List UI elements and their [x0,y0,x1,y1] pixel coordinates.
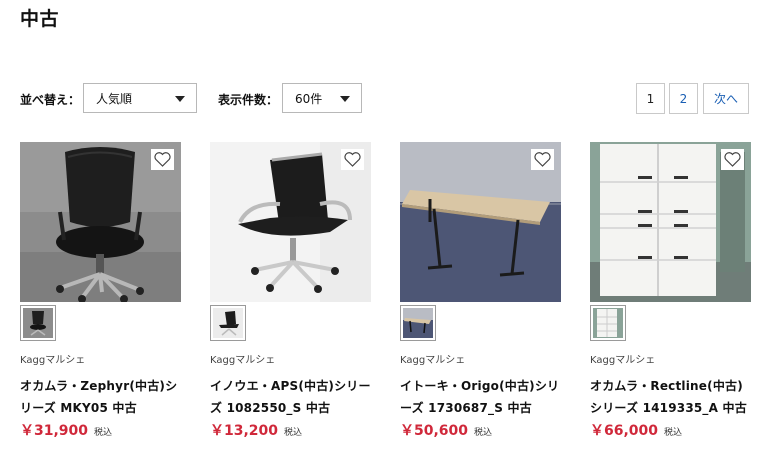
tax-label: 税込 [664,428,683,438]
page-title: 中古 [20,8,60,30]
tax-label: 税込 [474,428,493,438]
count-select[interactable]: 60件 [282,83,362,113]
product-card[interactable]: Kaggマルシェ オカムラ・Zephyr(中古)シリーズ MKY05 中古 ￥3… [20,142,181,440]
product-thumbnail[interactable] [400,305,436,341]
heart-outline-icon [344,152,361,167]
product-image[interactable] [210,142,371,302]
favorite-button[interactable] [341,149,364,170]
product-name[interactable]: オカムラ・Rectline(中古)シリーズ 1419335_A 中古 [590,375,751,419]
product-price: ￥13,200 [210,423,279,439]
product-price: ￥31,900 [20,423,89,439]
locker-icon [593,308,623,338]
sort-select[interactable]: 人気順 [83,83,197,113]
office-chair-icon [213,308,243,338]
count-select-value: 60件 [295,91,323,106]
mesh-chair-icon [23,308,53,338]
product-image[interactable] [590,142,751,302]
product-card[interactable]: Kaggマルシェ イトーキ・Origo(中古)シリーズ 1730687_S 中古… [400,142,561,440]
heart-outline-icon [154,152,171,167]
page-1-button[interactable]: 1 [636,83,665,114]
next-page-button[interactable]: 次へ [703,83,749,114]
sort-label: 並べ替え： [20,93,81,107]
favorite-button[interactable] [721,149,744,170]
product-name[interactable]: イノウエ・APS(中古)シリーズ 1082550_S 中古 [210,375,371,419]
favorite-button[interactable] [151,149,174,170]
product-thumbnail[interactable] [590,305,626,341]
product-thumbnail[interactable] [210,305,246,341]
product-price: ￥50,600 [400,423,469,439]
heart-outline-icon [724,152,741,167]
sort-select-value: 人気順 [96,91,133,106]
caret-down-icon [175,96,185,102]
page-2-button[interactable]: 2 [669,83,698,114]
count-label: 表示件数： [218,93,279,107]
tax-label: 税込 [94,428,113,438]
shop-name: Kaggマルシェ [20,355,86,366]
heart-outline-icon [534,152,551,167]
favorite-button[interactable] [531,149,554,170]
shop-name: Kaggマルシェ [400,355,466,366]
caret-down-icon [340,96,350,102]
shop-name: Kaggマルシェ [210,355,276,366]
product-image[interactable] [400,142,561,302]
product-price: ￥66,000 [590,423,659,439]
desk-icon [403,308,433,338]
shop-name: Kaggマルシェ [590,355,656,366]
tax-label: 税込 [284,428,303,438]
product-thumbnail[interactable] [20,305,56,341]
product-name[interactable]: オカムラ・Zephyr(中古)シリーズ MKY05 中古 [20,375,181,419]
product-card[interactable]: Kaggマルシェ オカムラ・Rectline(中古)シリーズ 1419335_A… [590,142,751,440]
product-card[interactable]: Kaggマルシェ イノウエ・APS(中古)シリーズ 1082550_S 中古 ￥… [210,142,371,440]
product-image[interactable] [20,142,181,302]
product-name[interactable]: イトーキ・Origo(中古)シリーズ 1730687_S 中古 [400,375,561,419]
